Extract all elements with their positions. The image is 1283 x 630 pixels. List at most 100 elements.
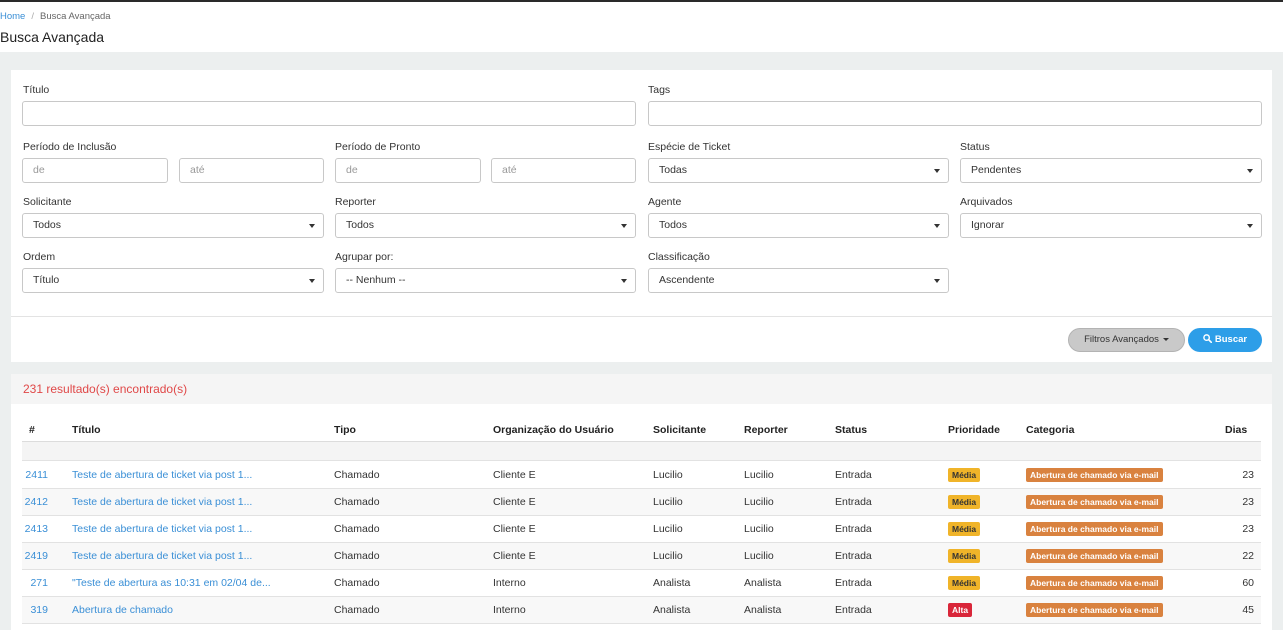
column-header-dias[interactable]: Dias — [1225, 424, 1247, 436]
ordem-select[interactable]: Título — [22, 268, 324, 293]
category-badge: Abertura de chamado via e-mail — [1026, 522, 1163, 536]
ticket-reporter: Lucilio — [744, 496, 774, 508]
ordem-label: Ordem — [23, 251, 56, 263]
ticket-title-link[interactable]: "Teste de abertura as 10:31 em 02/04 de.… — [72, 577, 271, 589]
search-icon — [1203, 334, 1212, 344]
column-header-id[interactable]: # — [29, 424, 35, 436]
breadcrumb-current: Busca Avançada — [39, 11, 111, 22]
column-header-categoria[interactable]: Categoria — [1026, 424, 1074, 436]
buscar-button[interactable]: Buscar — [1188, 328, 1262, 352]
table-row[interactable]: 2419 Teste de abertura de ticket via post… — [22, 543, 1261, 570]
ticket-organizacao: Cliente E — [493, 550, 536, 562]
table-row[interactable]: 2411 Teste de abertura de ticket via post… — [22, 462, 1261, 489]
table-row[interactable]: 2412 Teste de abertura de ticket via post… — [22, 489, 1261, 516]
ticket-id-link[interactable]: 2413 — [22, 523, 48, 535]
ticket-id-link[interactable]: 2412 — [22, 496, 48, 508]
ticket-id-link[interactable]: 271 — [22, 577, 48, 589]
ticket-reporter: Lucilio — [744, 469, 774, 481]
periodo-inclusao-ate-input[interactable]: até — [179, 158, 324, 183]
arquivados-label: Arquivados — [960, 196, 1013, 208]
priority-badge: Média — [948, 576, 981, 590]
column-header-status[interactable]: Status — [835, 424, 867, 436]
table-row[interactable]: 271 "Teste de abertura as 10:31 em 02/04 … — [22, 570, 1261, 597]
classificacao-select[interactable]: Ascendente — [648, 268, 949, 293]
priority-badge: Média — [948, 522, 981, 536]
ticket-solicitante: Analista — [653, 577, 691, 589]
agrupar-label: Agrupar por: — [335, 251, 394, 263]
ticket-solicitante: Lucilio — [653, 550, 683, 562]
ticket-id-link[interactable]: 2411 — [22, 469, 48, 481]
ticket-id-link[interactable]: 2419 — [22, 550, 48, 562]
status-select[interactable]: Pendentes — [960, 158, 1262, 183]
ticket-tipo: Chamado — [334, 550, 380, 562]
ticket-tipo: Chamado — [334, 523, 380, 535]
ticket-organizacao: Cliente E — [493, 469, 536, 481]
especie-select[interactable]: Todas — [648, 158, 949, 183]
ticket-status: Entrada — [835, 496, 872, 508]
ticket-dias: 22 — [1242, 550, 1254, 562]
results-header: 231 resultado(s) encontrado(s) — [11, 374, 1272, 404]
table-spacer-row — [22, 442, 1261, 461]
tags-input[interactable] — [648, 101, 1262, 126]
ticket-solicitante: Lucilio — [653, 523, 683, 535]
agente-select[interactable]: Todos — [648, 213, 949, 238]
ticket-organizacao: Interno — [493, 604, 526, 616]
table-row[interactable]: 319 Abertura de chamado Chamado Interno Anal… — [22, 597, 1261, 624]
ticket-title-link[interactable]: Abertura de chamado — [72, 604, 173, 616]
form-divider — [11, 316, 1272, 317]
ticket-tipo: Chamado — [334, 604, 380, 616]
status-label: Status — [960, 141, 990, 153]
periodo-pronto-ate-input[interactable]: até — [491, 158, 636, 183]
ticket-reporter: Lucilio — [744, 523, 774, 535]
agrupar-select[interactable]: -- Nenhum -- — [335, 268, 636, 293]
titulo-input[interactable] — [22, 101, 636, 126]
ticket-title-link[interactable]: Teste de abertura de ticket via post 1..… — [72, 523, 252, 535]
page-title: Busca Avançada — [0, 29, 105, 45]
tags-label: Tags — [648, 84, 671, 96]
ticket-dias: 23 — [1242, 523, 1254, 535]
results-panel: 231 resultado(s) encontrado(s) # Título … — [11, 374, 1272, 630]
category-badge: Abertura de chamado via e-mail — [1026, 495, 1163, 509]
ticket-tipo: Chamado — [334, 469, 380, 481]
periodo-pronto-de-input[interactable]: de — [335, 158, 481, 183]
results-count: 231 resultado(s) encontrado(s) — [23, 382, 188, 396]
solicitante-select[interactable]: Todos — [22, 213, 324, 238]
ticket-tipo: Chamado — [334, 577, 380, 589]
breadcrumb: Home / Busca Avançada — [0, 11, 111, 22]
ticket-status: Entrada — [835, 523, 872, 535]
category-badge: Abertura de chamado via e-mail — [1026, 549, 1163, 563]
ticket-organizacao: Interno — [493, 577, 526, 589]
category-badge: Abertura de chamado via e-mail — [1026, 603, 1163, 617]
ticket-id-link[interactable]: 319 — [22, 604, 48, 616]
column-header-prioridade[interactable]: Prioridade — [948, 424, 1000, 436]
column-header-titulo[interactable]: Título — [72, 424, 101, 436]
caret-down-icon — [1162, 337, 1169, 341]
column-header-tipo[interactable]: Tipo — [334, 424, 356, 436]
ticket-dias: 23 — [1242, 496, 1254, 508]
reporter-select[interactable]: Todos — [335, 213, 636, 238]
ticket-status: Entrada — [835, 577, 872, 589]
filtros-avancados-label: Filtros Avançados — [1084, 334, 1159, 345]
ticket-status: Entrada — [835, 550, 872, 562]
ticket-title-link[interactable]: Teste de abertura de ticket via post 1..… — [72, 496, 252, 508]
ticket-reporter: Lucilio — [744, 550, 774, 562]
classificacao-label: Classificação — [648, 251, 710, 263]
column-header-organizacao[interactable]: Organização do Usuário — [493, 424, 614, 436]
filtros-avancados-button[interactable]: Filtros Avançados — [1068, 328, 1185, 352]
column-header-solicitante[interactable]: Solicitante — [653, 424, 706, 436]
category-badge: Abertura de chamado via e-mail — [1026, 576, 1163, 590]
ticket-tipo: Chamado — [334, 496, 380, 508]
priority-badge: Alta — [948, 603, 973, 617]
ticket-title-link[interactable]: Teste de abertura de ticket via post 1..… — [72, 550, 252, 562]
page-header: Home / Busca Avançada Busca Avançada — [0, 2, 1283, 52]
periodo-inclusao-de-input[interactable]: de — [22, 158, 168, 183]
breadcrumb-home-link[interactable]: Home — [0, 11, 25, 22]
reporter-label: Reporter — [335, 196, 376, 208]
especie-label: Espécie de Ticket — [648, 141, 731, 153]
priority-badge: Média — [948, 549, 981, 563]
arquivados-select[interactable]: Ignorar — [960, 213, 1262, 238]
ticket-title-link[interactable]: Teste de abertura de ticket via post 1..… — [72, 469, 252, 481]
priority-badge: Média — [948, 468, 981, 482]
table-row[interactable]: 2413 Teste de abertura de ticket via post… — [22, 516, 1261, 543]
column-header-reporter[interactable]: Reporter — [744, 424, 788, 436]
